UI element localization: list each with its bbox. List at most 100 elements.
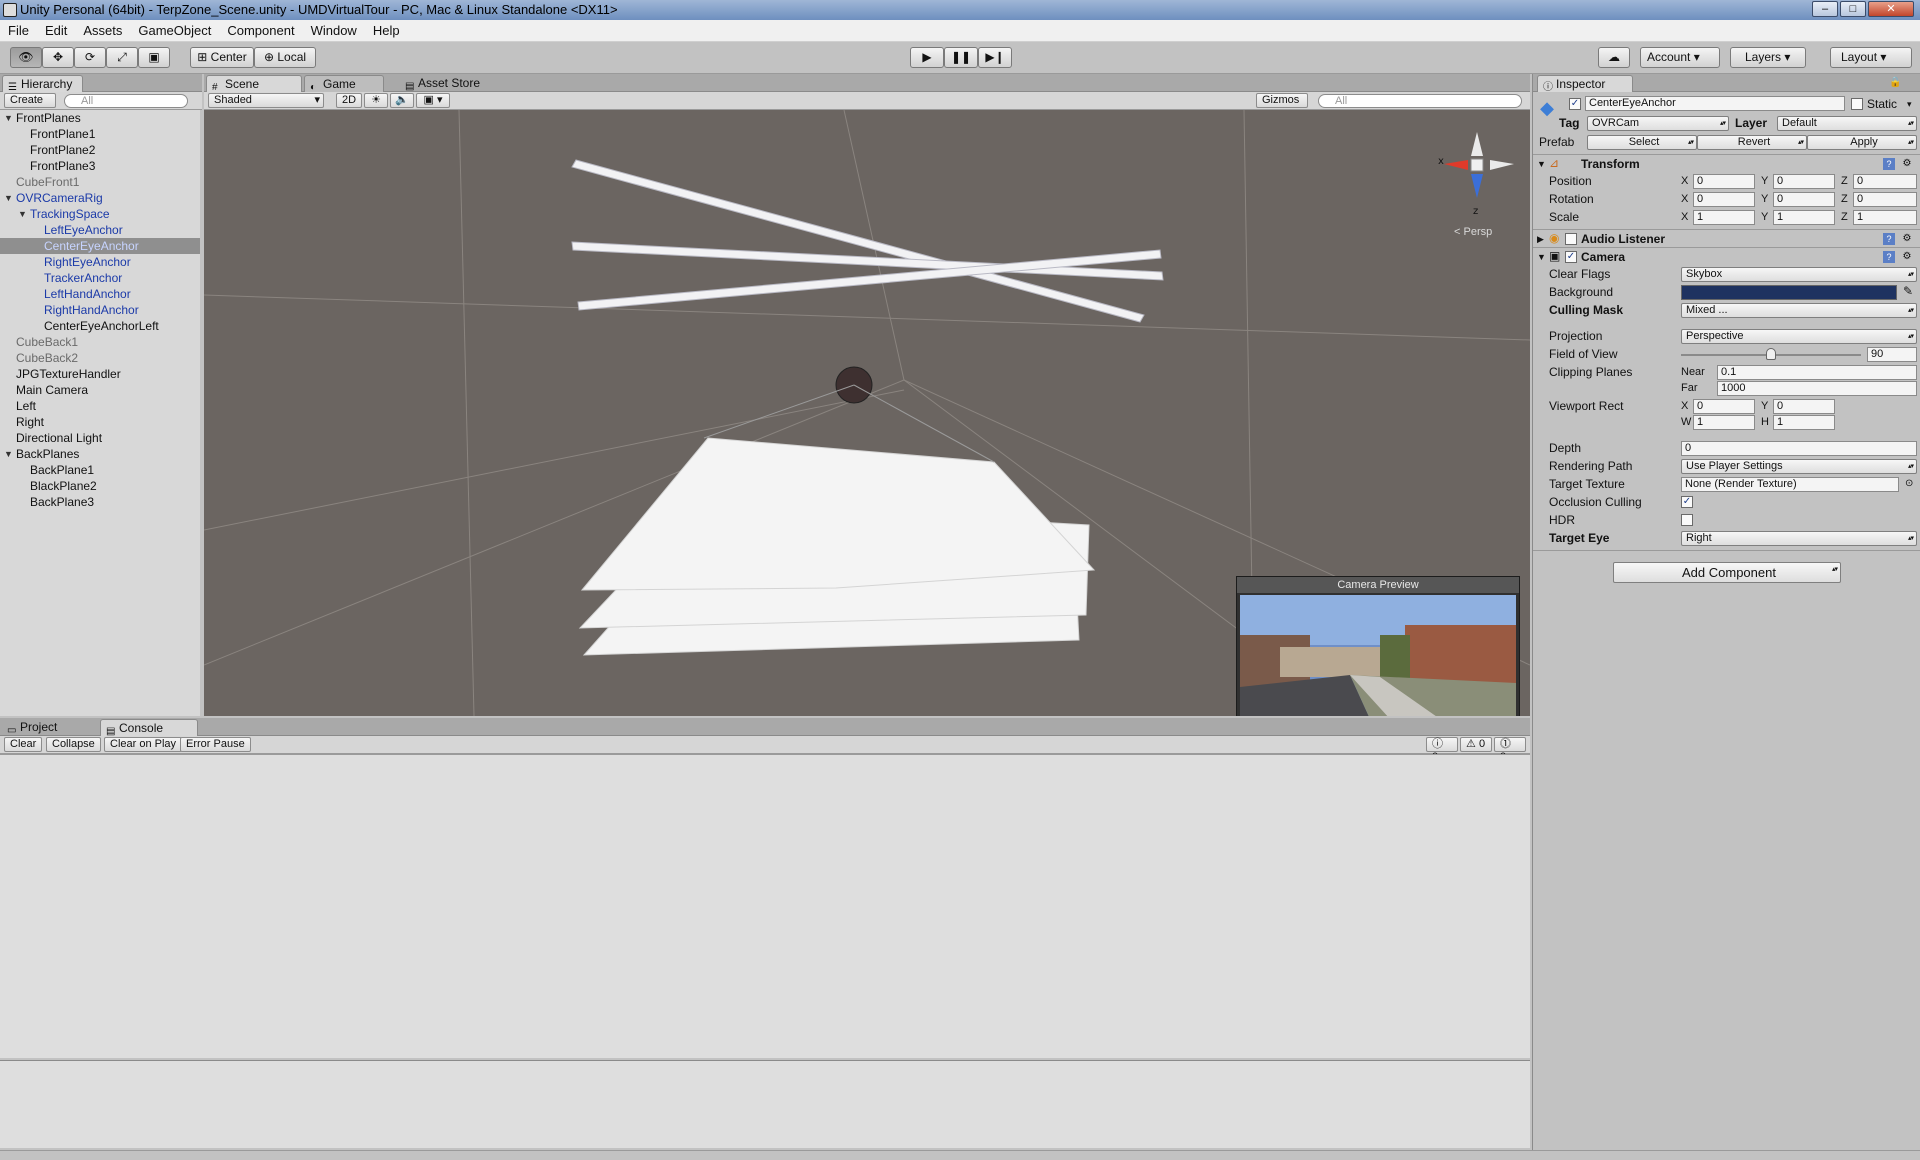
- viewport-w-field[interactable]: 1: [1693, 415, 1755, 430]
- eyedropper-icon[interactable]: ✎: [1903, 283, 1913, 299]
- create-dropdown[interactable]: Create ▾: [4, 93, 56, 119]
- hierarchy-item[interactable]: CubeBack2: [0, 350, 200, 366]
- viewport-x-field[interactable]: 0: [1693, 399, 1755, 414]
- tag-dropdown[interactable]: OVRCam: [1587, 116, 1729, 131]
- shading-dropdown[interactable]: Shaded ▾: [208, 93, 324, 108]
- hierarchy-item[interactable]: CubeFront1: [0, 174, 200, 190]
- clear-button[interactable]: Clear: [4, 737, 43, 752]
- foldout-arrow-icon[interactable]: ▼: [4, 110, 13, 126]
- gear-icon[interactable]: ⚙: [1901, 251, 1913, 263]
- console-detail-area[interactable]: [0, 1060, 1530, 1148]
- play-button[interactable]: ▶: [910, 47, 944, 68]
- hierarchy-item[interactable]: Right: [0, 414, 200, 430]
- static-dropdown-icon[interactable]: ▾: [1907, 96, 1912, 112]
- near-clip-field[interactable]: 0.1: [1717, 365, 1917, 380]
- rotate-tool-icon[interactable]: ⟳: [74, 47, 106, 68]
- pause-button[interactable]: ❚❚: [944, 47, 978, 68]
- scale-tool-icon[interactable]: ⤢: [106, 47, 138, 68]
- help-icon[interactable]: ?: [1883, 158, 1895, 170]
- rotation-y-field[interactable]: 0: [1773, 192, 1835, 207]
- hierarchy-item[interactable]: LeftEyeAnchor: [0, 222, 200, 238]
- gear-icon[interactable]: ⚙: [1901, 158, 1913, 170]
- scale-x-field[interactable]: 1: [1693, 210, 1755, 225]
- culling-mask-dropdown[interactable]: Mixed ...: [1681, 303, 1917, 318]
- hierarchy-item[interactable]: LeftHandAnchor: [0, 286, 200, 302]
- hierarchy-item[interactable]: Main Camera: [0, 382, 200, 398]
- scene-search-input[interactable]: All: [1318, 94, 1522, 108]
- menu-help[interactable]: Help: [365, 23, 408, 38]
- foldout-arrow-icon[interactable]: ▼: [18, 206, 27, 222]
- effects-icon[interactable]: ▣ ▾: [416, 93, 450, 108]
- object-picker-icon[interactable]: ⊙: [1905, 476, 1913, 492]
- audio-listener-header[interactable]: ▶ ◉ Audio Listener ? ⚙: [1533, 229, 1920, 247]
- step-button[interactable]: ▶❙: [978, 47, 1012, 68]
- camera-enabled-checkbox[interactable]: ✓: [1565, 251, 1577, 263]
- hand-tool-icon[interactable]: 👁: [10, 47, 42, 68]
- menu-window[interactable]: Window: [303, 23, 365, 38]
- hierarchy-item[interactable]: ▼ FrontPlanes: [0, 110, 200, 126]
- foldout-arrow-icon[interactable]: ▼: [1537, 156, 1546, 172]
- active-checkbox[interactable]: ✓: [1569, 98, 1581, 110]
- hdr-checkbox[interactable]: [1681, 514, 1693, 526]
- persp-label[interactable]: < Persp: [1454, 224, 1492, 240]
- account-dropdown[interactable]: Account ▾: [1640, 47, 1720, 68]
- menu-assets[interactable]: Assets: [75, 23, 130, 38]
- error-count-toggle[interactable]: ⓵ 0: [1494, 737, 1526, 763]
- depth-field[interactable]: 0: [1681, 441, 1917, 456]
- gizmos-dropdown[interactable]: Gizmos ▾: [1256, 93, 1308, 119]
- transform-header[interactable]: ▼ ⊿ Transform ? ⚙: [1533, 154, 1920, 172]
- tab-scene[interactable]: # Scene: [206, 75, 302, 93]
- camera-header[interactable]: ▼ ▣ ✓ Camera ? ⚙: [1533, 247, 1920, 265]
- maximize-button[interactable]: □: [1840, 1, 1866, 17]
- tab-inspector[interactable]: ⓘ Inspector: [1537, 75, 1633, 93]
- hierarchy-item[interactable]: RightHandAnchor: [0, 302, 200, 318]
- layout-dropdown[interactable]: Layout ▾: [1830, 47, 1912, 68]
- info-count-toggle[interactable]: ⓘ 0: [1426, 737, 1458, 763]
- hierarchy-item[interactable]: CenterEyeAnchor: [0, 238, 200, 254]
- menu-gameobject[interactable]: GameObject: [130, 23, 219, 38]
- rotation-x-field[interactable]: 0: [1693, 192, 1755, 207]
- tab-hierarchy[interactable]: ☰ Hierarchy: [2, 75, 84, 93]
- tab-project[interactable]: ▭ Project: [2, 719, 98, 736]
- fov-field[interactable]: 90: [1867, 347, 1917, 362]
- hierarchy-search-input[interactable]: All: [64, 94, 188, 108]
- menu-component[interactable]: Component: [219, 23, 302, 38]
- help-icon[interactable]: ?: [1883, 251, 1895, 263]
- hierarchy-item[interactable]: FrontPlane1: [0, 126, 200, 142]
- background-color-swatch[interactable]: [1681, 285, 1897, 300]
- foldout-arrow-icon[interactable]: ▼: [4, 190, 13, 206]
- prefab-select-button[interactable]: Select: [1587, 135, 1697, 150]
- hierarchy-item[interactable]: RightEyeAnchor: [0, 254, 200, 270]
- hierarchy-item[interactable]: TrackerAnchor: [0, 270, 200, 286]
- scene-viewport[interactable]: x z < Persp Camera Preview: [204, 110, 1530, 716]
- projection-dropdown[interactable]: Perspective: [1681, 329, 1917, 344]
- close-button[interactable]: ✕: [1868, 1, 1914, 17]
- occlusion-culling-checkbox[interactable]: ✓: [1681, 496, 1693, 508]
- viewport-h-field[interactable]: 1: [1773, 415, 1835, 430]
- lighting-icon[interactable]: ☀: [364, 93, 388, 108]
- warning-count-toggle[interactable]: ⚠ 0: [1460, 737, 1492, 752]
- rotation-z-field[interactable]: 0: [1853, 192, 1917, 207]
- collapse-button[interactable]: Collapse: [46, 737, 101, 752]
- audio-listener-enabled-checkbox[interactable]: [1565, 233, 1577, 245]
- prefab-revert-button[interactable]: Revert: [1697, 135, 1807, 150]
- position-z-field[interactable]: 0: [1853, 174, 1917, 189]
- target-eye-dropdown[interactable]: Right: [1681, 531, 1917, 546]
- space-local-button[interactable]: ⊕ Local: [254, 47, 316, 68]
- scale-z-field[interactable]: 1: [1853, 210, 1917, 225]
- hierarchy-item[interactable]: BackPlane1: [0, 462, 200, 478]
- hierarchy-item[interactable]: ▼ TrackingSpace: [0, 206, 200, 222]
- hierarchy-item[interactable]: Left: [0, 398, 200, 414]
- add-component-button[interactable]: Add Component: [1613, 562, 1841, 583]
- tab-console[interactable]: ▤ Console: [100, 719, 198, 737]
- hierarchy-item[interactable]: CubeBack1: [0, 334, 200, 350]
- position-x-field[interactable]: 0: [1693, 174, 1755, 189]
- lock-icon[interactable]: 🔒: [1889, 75, 1901, 91]
- move-tool-icon[interactable]: ✥: [42, 47, 74, 68]
- foldout-arrow-icon[interactable]: ▼: [1537, 249, 1546, 265]
- viewport-y-field[interactable]: 0: [1773, 399, 1835, 414]
- clear-flags-dropdown[interactable]: Skybox: [1681, 267, 1917, 282]
- cloud-icon[interactable]: ☁: [1598, 47, 1630, 68]
- rendering-path-dropdown[interactable]: Use Player Settings: [1681, 459, 1917, 474]
- gear-icon[interactable]: ⚙: [1901, 233, 1913, 245]
